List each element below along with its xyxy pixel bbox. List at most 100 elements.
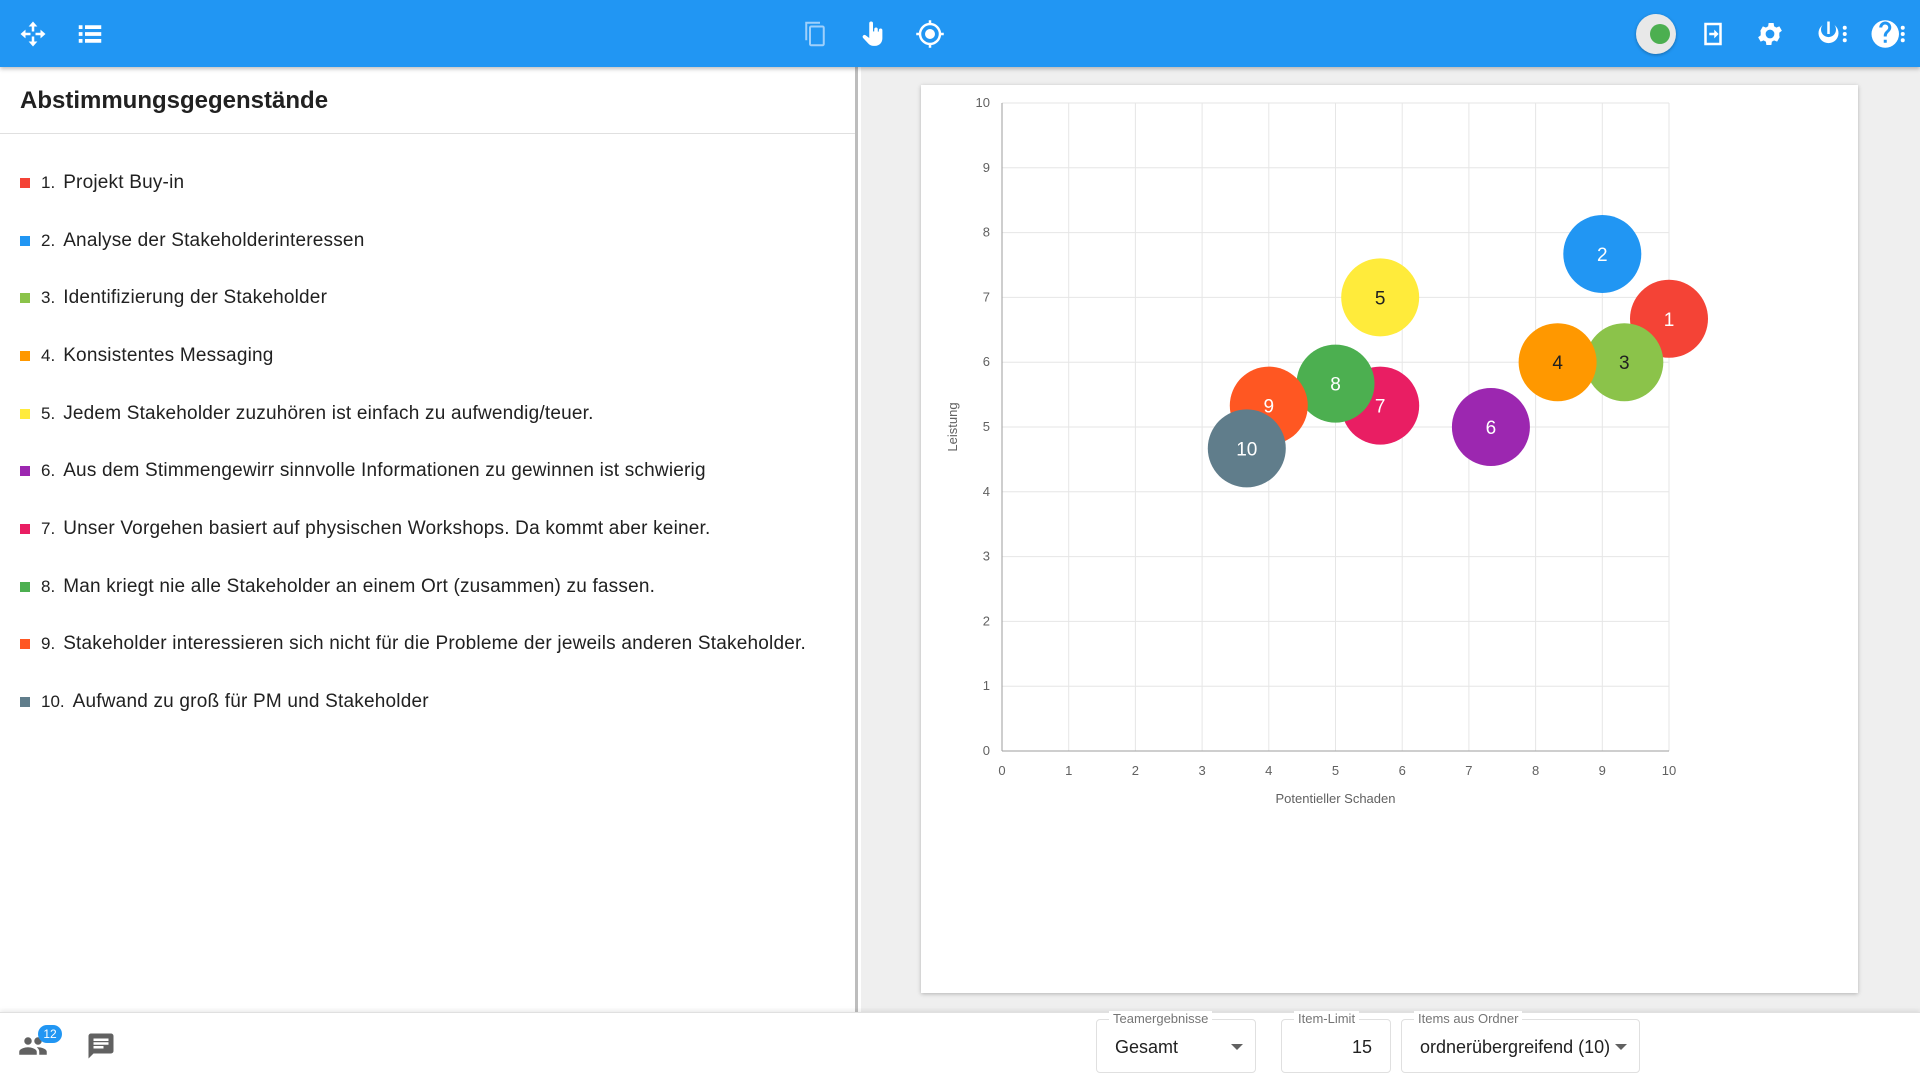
item-number: 1. [41, 172, 56, 192]
toggle-switch[interactable] [1636, 14, 1676, 54]
item-limit-field[interactable]: Item-Limit 15 [1281, 1011, 1391, 1073]
target-icon[interactable] [910, 14, 950, 54]
x-tick-label: 6 [1399, 763, 1406, 778]
power-menu-icon[interactable] [1808, 14, 1854, 54]
y-tick-label: 9 [983, 160, 990, 175]
bubble-chart: 0 1 2 3 4 5 6 7 8 9 10 0 1 2 3 4 5 6 7 8 9 10 Potentieller Sch… [945, 95, 1708, 806]
list-item[interactable]: 1. Projekt Buy-in [0, 154, 855, 212]
x-tick-label: 0 [998, 763, 1005, 778]
team-results-select[interactable]: Teamergebnisse Gesamt [1096, 1011, 1256, 1073]
people-icon[interactable]: 12 [18, 1025, 62, 1065]
bubble-label: 5 [1375, 288, 1386, 309]
export-icon[interactable] [1693, 14, 1733, 54]
agenda-items-panel: Abstimmungsgegenstände 1. Projekt Buy-in … [0, 67, 858, 1012]
list-item[interactable]: 9. Stakeholder interessieren sich nicht f… [0, 616, 855, 674]
item-number: 4. [41, 345, 56, 365]
item-label: Man kriegt nie alle Stakeholder an einem… [63, 575, 656, 597]
y-tick-label: 0 [983, 743, 990, 758]
x-tick-label: 9 [1599, 763, 1606, 778]
panel-title: Abstimmungsgegenstände [0, 67, 855, 134]
bubble-label: 8 [1330, 375, 1341, 396]
chat-icon[interactable] [86, 1031, 120, 1065]
bubble-label: 4 [1552, 353, 1563, 374]
item-number: 8. [41, 576, 56, 596]
move-arrows-icon[interactable] [13, 14, 53, 54]
list-item[interactable]: 8. Man kriegt nie alle Stakeholder an ein… [0, 558, 855, 616]
y-tick-label: 5 [983, 419, 990, 434]
top-toolbar [0, 0, 1920, 67]
item-label: Konsistentes Messaging [63, 344, 274, 366]
y-tick-label: 6 [983, 354, 990, 369]
x-tick-label: 10 [1662, 763, 1676, 778]
color-marker [20, 293, 30, 304]
item-number: 2. [41, 230, 56, 250]
item-number: 6. [41, 461, 56, 481]
list-item[interactable]: 5. Jedem Stakeholder zuzuhören ist einfac… [0, 385, 855, 443]
color-marker [20, 235, 30, 246]
y-tick-label: 3 [983, 549, 990, 564]
item-number: 9. [41, 634, 56, 654]
item-number: 5. [41, 403, 56, 423]
agenda-item-list: 1. Projekt Buy-in 2. Analyse der Stakehold… [0, 134, 855, 731]
folder-items-select[interactable]: Items aus Ordner ordnerübergreifend (10) [1401, 1011, 1640, 1073]
bottom-bar: 12 Teamergebnisse Gesamt Item-Limit 15 I… [0, 1011, 1920, 1080]
pointer-hand-icon[interactable] [853, 14, 893, 54]
list-item[interactable]: 2. Analyse der Stakeholderinteressen [0, 212, 855, 270]
y-tick-label: 7 [983, 289, 990, 304]
item-label: Analyse der Stakeholderinteressen [63, 229, 365, 251]
chevron-down-icon [1231, 1044, 1243, 1050]
chevron-down-icon [1615, 1044, 1627, 1050]
color-marker [20, 697, 30, 708]
color-marker [20, 466, 30, 477]
item-number: 10. [41, 692, 65, 712]
item-label: Identifizierung der Stakeholder [63, 287, 328, 309]
help-menu-icon[interactable] [1866, 14, 1912, 54]
color-marker [20, 408, 30, 419]
x-tick-label: 5 [1332, 763, 1339, 778]
x-tick-label: 7 [1465, 763, 1472, 778]
gear-icon[interactable] [1750, 14, 1790, 54]
color-marker [20, 350, 30, 361]
item-label: Aufwand zu groß für PM und Stakeholder [72, 691, 429, 713]
y-tick-label: 4 [983, 484, 990, 499]
item-label: Aus dem Stimmengewirr sinnvolle Informat… [63, 460, 706, 482]
item-number: 3. [41, 288, 56, 308]
color-marker [20, 581, 30, 592]
item-label: Jedem Stakeholder zuzuhören ist einfach … [63, 402, 594, 424]
x-tick-label: 3 [1198, 763, 1205, 778]
item-number: 7. [41, 518, 56, 538]
bubble-label: 2 [1597, 245, 1608, 266]
x-tick-label: 1 [1065, 763, 1072, 778]
item-limit-legend: Item-Limit [1294, 1011, 1360, 1026]
bubble-label: 1 [1664, 310, 1675, 331]
list-icon[interactable] [70, 14, 110, 54]
chart-card: 0 1 2 3 4 5 6 7 8 9 10 0 1 2 3 4 5 6 7 8 9 10 Potentieller Sch… [921, 85, 1858, 993]
folder-items-legend: Items aus Ordner [1414, 1011, 1523, 1026]
copy-icon[interactable] [795, 14, 835, 54]
folder-items-value: ordnerübergreifend (10) [1420, 1037, 1611, 1057]
list-item[interactable]: 4. Konsistentes Messaging [0, 327, 855, 385]
x-tick-label: 8 [1532, 763, 1539, 778]
y-tick-label: 1 [983, 678, 990, 693]
list-item[interactable]: 3. Identifizierung der Stakeholder [0, 269, 855, 327]
y-tick-label: 2 [983, 613, 990, 628]
color-marker [20, 177, 30, 188]
list-item[interactable]: 6. Aus dem Stimmengewirr sinnvolle Inform… [0, 442, 855, 500]
item-label: Unser Vorgehen basiert auf physischen Wo… [63, 517, 711, 539]
bubble-label: 3 [1619, 353, 1630, 374]
item-label: Projekt Buy-in [63, 171, 185, 193]
chart-area: 0 1 2 3 4 5 6 7 8 9 10 0 1 2 3 4 5 6 7 8 9 10 Potentieller Sch… [861, 67, 1920, 1012]
x-axis-label: Potentieller Schaden [1276, 791, 1396, 806]
bubble-label: 10 [1236, 439, 1257, 460]
list-item[interactable]: 7. Unser Vorgehen basiert auf physischen … [0, 500, 855, 558]
x-tick-label: 4 [1265, 763, 1272, 778]
participants-count-badge: 12 [38, 1025, 62, 1043]
list-item[interactable]: 10. Aufwand zu groß für PM und Stakeholde… [0, 673, 855, 731]
team-results-legend: Teamergebnisse [1109, 1011, 1213, 1026]
team-results-value: Gesamt [1115, 1037, 1179, 1057]
bubble-label: 6 [1486, 418, 1497, 439]
y-tick-label: 10 [976, 95, 990, 110]
bubble-label: 7 [1375, 397, 1386, 418]
color-marker [20, 639, 30, 650]
item-limit-value: 15 [1351, 1037, 1372, 1057]
